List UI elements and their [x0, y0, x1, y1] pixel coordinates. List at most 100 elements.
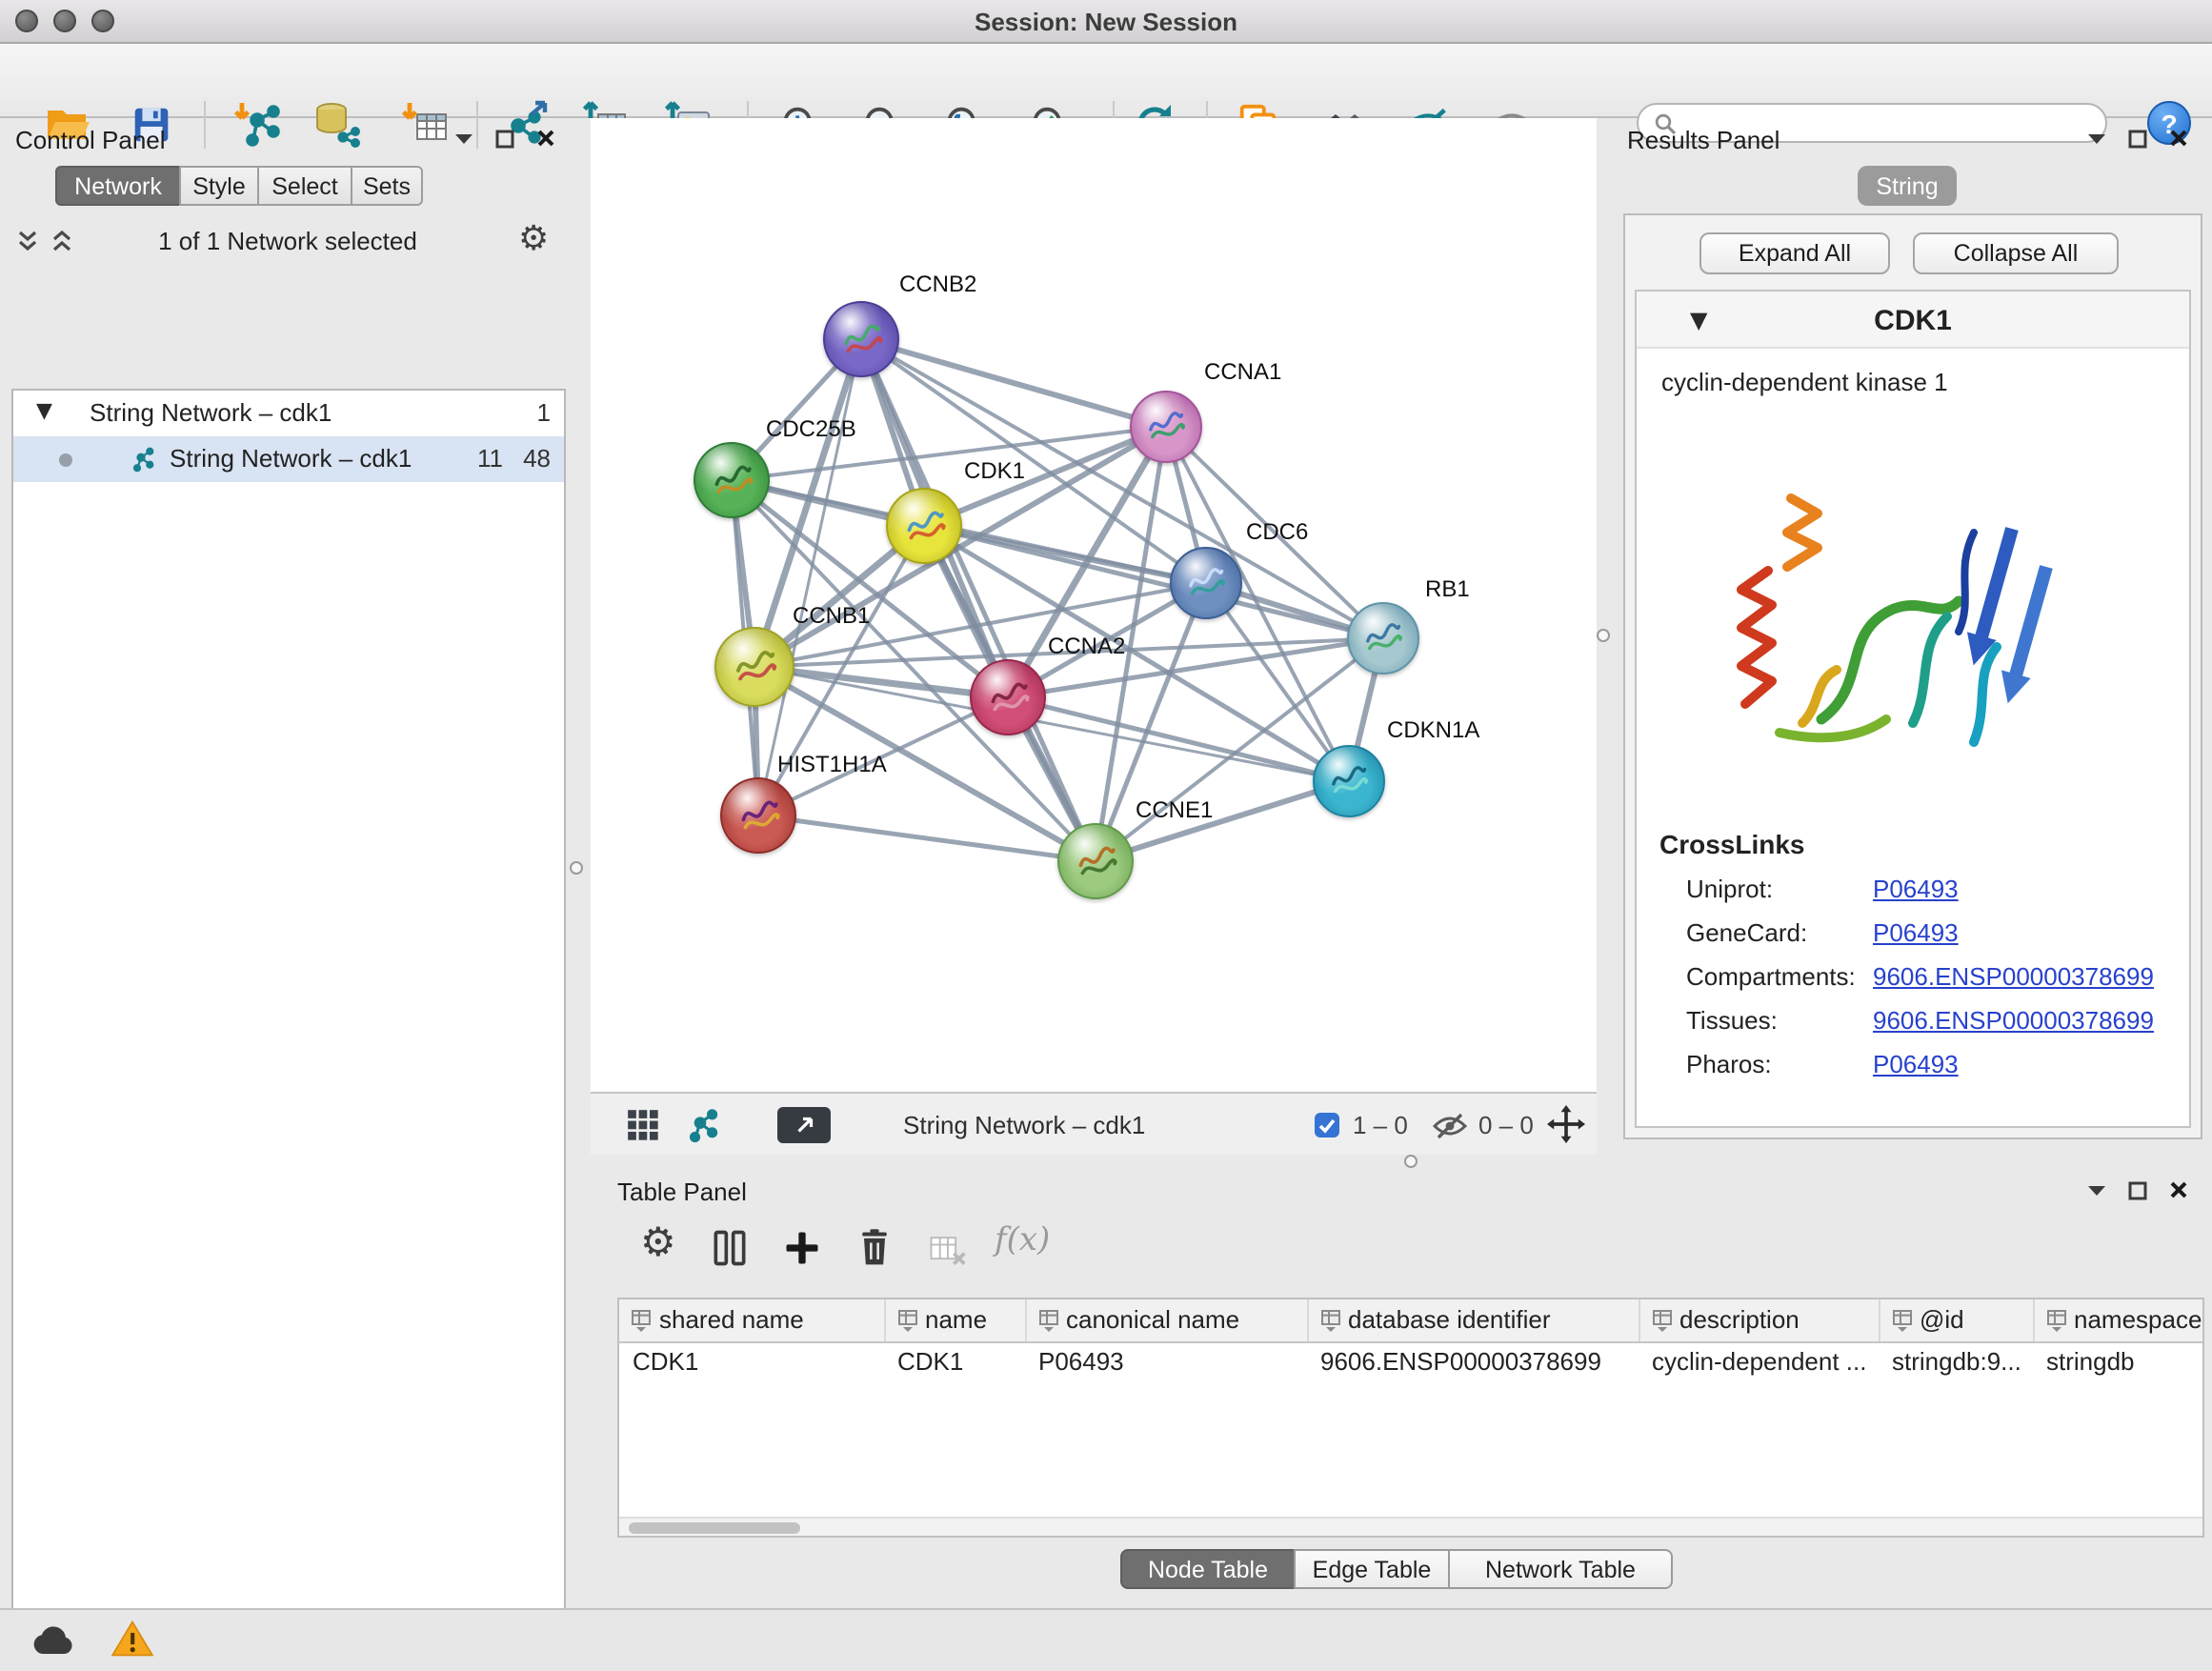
- crosslink-pharos-link[interactable]: P06493: [1873, 1050, 1959, 1078]
- results-tab-string[interactable]: String: [1858, 166, 1957, 206]
- network-collection-row[interactable]: ▼ String Network – cdk1 1: [13, 391, 564, 436]
- network-node-ccna1[interactable]: [1130, 391, 1202, 463]
- table-cell[interactable]: stringdb:9...: [1879, 1341, 2033, 1381]
- grid-view-icon[interactable]: [625, 1107, 661, 1149]
- protein-structure-image: [1688, 417, 2069, 791]
- crosslink-compartments-link[interactable]: 9606.ENSP00000378699: [1873, 962, 2154, 991]
- tab-style[interactable]: Style: [179, 166, 259, 206]
- tab-network[interactable]: Network: [55, 166, 181, 206]
- panel-close-icon[interactable]: [2168, 1179, 2189, 1200]
- titlebar: Session: New Session: [0, 0, 2212, 44]
- sort-icon: [631, 1309, 652, 1332]
- hidden-counter: 0 – 0: [1478, 1111, 1534, 1139]
- crosslink-label: GeneCard:: [1686, 918, 1807, 947]
- delete-column-icon[interactable]: [854, 1227, 895, 1275]
- network-node-cdc25b[interactable]: [694, 442, 770, 518]
- results-panel-title: Results Panel: [1627, 125, 1780, 153]
- protein-structure-thumbnail: [706, 457, 756, 504]
- panel-menu-icon[interactable]: [2086, 1182, 2107, 1198]
- birdseye-view-button[interactable]: [777, 1107, 831, 1143]
- network-node-hist1h1a[interactable]: [720, 777, 796, 854]
- panel-float-icon[interactable]: [2128, 1180, 2147, 1199]
- network-options-gear-icon[interactable]: ⚙: [518, 219, 549, 259]
- tab-edge-table[interactable]: Edge Table: [1294, 1549, 1450, 1589]
- pan-crosshair-icon[interactable]: [1547, 1105, 1585, 1149]
- gene-entry-card: ▼ CDK1 cyclin-dependent kinase 1: [1635, 290, 2191, 1128]
- tab-sets[interactable]: Sets: [351, 166, 423, 206]
- panel-close-icon[interactable]: [535, 128, 556, 149]
- node-label-ccne1: CCNE1: [1136, 796, 1213, 823]
- column-header[interactable]: description: [1639, 1299, 1879, 1341]
- tab-node-table[interactable]: Node Table: [1120, 1549, 1296, 1589]
- table-row[interactable]: CDK1 CDK1 P06493 9606.ENSP00000378699 cy…: [619, 1341, 2204, 1381]
- panel-menu-icon[interactable]: [2086, 131, 2107, 146]
- crosslink-tissues-link[interactable]: 9606.ENSP00000378699: [1873, 1006, 2154, 1035]
- network-node-ccnb1[interactable]: [714, 627, 794, 707]
- horizontal-splitter-handle[interactable]: [1404, 1155, 1418, 1168]
- scrollbar-thumb[interactable]: [629, 1522, 800, 1534]
- column-header[interactable]: name: [884, 1299, 1025, 1341]
- string-network-icon: [128, 446, 154, 478]
- attribute-table: shared name name canonical name database…: [619, 1299, 2204, 1381]
- column-header[interactable]: @id: [1879, 1299, 2033, 1341]
- crosslink-uniprot-link[interactable]: P06493: [1873, 875, 1959, 903]
- network-node-cdk1[interactable]: [886, 488, 962, 564]
- table-cell[interactable]: CDK1: [619, 1341, 884, 1381]
- tab-network-table[interactable]: Network Table: [1448, 1549, 1673, 1589]
- network-node-ccne1[interactable]: [1057, 823, 1134, 899]
- control-panel-tabs: NetworkStyleSelectSets: [57, 166, 423, 206]
- right-splitter-handle[interactable]: [1597, 629, 1610, 642]
- table-cell[interactable]: 9606.ENSP00000378699: [1307, 1341, 1639, 1381]
- panel-close-icon[interactable]: [2168, 128, 2189, 149]
- protein-structure-thumbnail: [1142, 405, 1190, 449]
- panel-float-icon[interactable]: [2128, 129, 2147, 148]
- add-column-icon[interactable]: [781, 1227, 823, 1275]
- protein-structure-thumbnail: [1070, 838, 1120, 885]
- table-options-gear-icon[interactable]: ⚙: [640, 1223, 676, 1263]
- network-node-cdc6[interactable]: [1170, 547, 1242, 619]
- panel-float-icon[interactable]: [495, 129, 514, 148]
- network-node-ccnb2[interactable]: [823, 301, 899, 377]
- table-cell[interactable]: P06493: [1025, 1341, 1307, 1381]
- network-share-icon[interactable]: [682, 1107, 718, 1149]
- network-node-rb1[interactable]: [1347, 602, 1419, 674]
- protein-structure-thumbnail: [1325, 759, 1373, 803]
- gene-description: cyclin-dependent kinase 1: [1661, 368, 1948, 396]
- function-builder-icon[interactable]: f(x): [995, 1221, 1050, 1259]
- sort-icon: [1037, 1309, 1058, 1332]
- column-header[interactable]: canonical name: [1025, 1299, 1307, 1341]
- collection-label: String Network – cdk1: [90, 398, 332, 427]
- left-splitter-handle[interactable]: [570, 861, 583, 875]
- collapse-all-button[interactable]: Collapse All: [1913, 232, 2119, 274]
- cloud-icon[interactable]: [30, 1623, 76, 1661]
- column-header[interactable]: shared name: [619, 1299, 884, 1341]
- network-node-cdkn1a[interactable]: [1313, 745, 1385, 817]
- warning-icon[interactable]: [111, 1620, 154, 1663]
- expand-all-button[interactable]: Expand All: [1699, 232, 1890, 274]
- column-header[interactable]: database identifier: [1307, 1299, 1639, 1341]
- selected-checkbox-icon[interactable]: [1315, 1113, 1339, 1137]
- network-canvas[interactable]: CCNB2CCNA1CDC25BCDK1CDC6RB1CCNB1CCNA2CDK…: [591, 118, 1597, 1092]
- show-columns-icon[interactable]: [709, 1227, 751, 1275]
- control-panel: Control Panel NetworkStyleSelectSets 1 o…: [0, 118, 575, 1608]
- network-row-selected[interactable]: String Network – cdk1 11 48: [13, 436, 564, 482]
- sort-icon: [896, 1309, 917, 1332]
- network-node-ccna2[interactable]: [970, 659, 1046, 735]
- node-label-cdc25b: CDC25B: [766, 415, 856, 442]
- hidden-eye-slash-icon[interactable]: [1433, 1113, 1467, 1145]
- crosslink-genecard-link[interactable]: P06493: [1873, 918, 1959, 947]
- column-header[interactable]: namespace: [2033, 1299, 2204, 1341]
- tree-expand-icon[interactable]: ▼: [36, 398, 52, 423]
- network-node-count: 11: [477, 444, 503, 473]
- table-panel: Table Panel ⚙ f(x) shared name name cano…: [591, 1170, 2212, 1608]
- panel-menu-icon[interactable]: [453, 131, 474, 146]
- node-table: shared name name canonical name database…: [617, 1298, 2204, 1538]
- tab-select[interactable]: Select: [257, 166, 352, 206]
- network-view-title: String Network – cdk1: [903, 1111, 1145, 1139]
- table-cell[interactable]: stringdb: [2033, 1341, 2204, 1381]
- table-cell[interactable]: cyclin-dependent ...: [1639, 1341, 1879, 1381]
- crosslinks-title: CrossLinks: [1659, 829, 1805, 859]
- table-cell[interactable]: CDK1: [884, 1341, 1025, 1381]
- import-table-disabled-icon: [926, 1229, 968, 1277]
- horizontal-scrollbar[interactable]: [619, 1517, 2202, 1536]
